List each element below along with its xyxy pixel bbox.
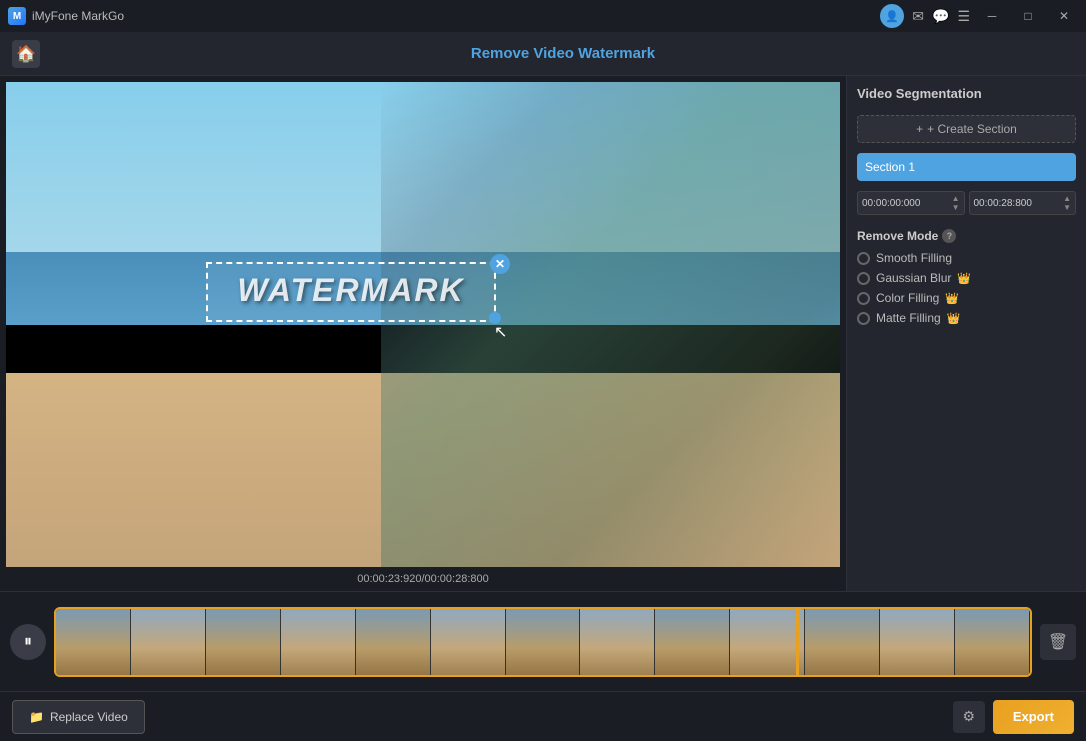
titlebar-left: M iMyFone MarkGo <box>8 7 124 25</box>
time-range-row: 00:00:00:000 ▲▼ 00:00:28:800 ▲▼ <box>857 191 1076 215</box>
crown-icon-gaussian: 👑 <box>957 272 971 285</box>
mode-matte-filling[interactable]: Matte Filling 👑 <box>857 311 1076 325</box>
person-overlay <box>381 82 840 567</box>
delete-icon: 🗑 <box>1048 632 1068 652</box>
time-end-spinner[interactable]: ▲▼ <box>1063 194 1071 212</box>
plus-icon: + <box>916 122 923 136</box>
create-section-button[interactable]: + + Create Section <box>857 115 1076 143</box>
radio-color[interactable] <box>857 292 870 305</box>
app-title: iMyFone MarkGo <box>32 9 124 23</box>
minimize-button[interactable]: ─ <box>978 5 1006 27</box>
page-title: Remove Video Watermark <box>52 45 1074 62</box>
navbar: 🏠 Remove Video Watermark <box>0 32 1086 76</box>
crown-icon-matte: 👑 <box>947 312 961 325</box>
time-start-input[interactable]: 00:00:00:000 ▲▼ <box>857 191 965 215</box>
remove-mode-title: Remove Mode ? <box>857 229 1076 243</box>
section-1-item[interactable]: Section 1 <box>857 153 1076 181</box>
thumb-8 <box>580 609 655 675</box>
resize-handle[interactable] <box>489 312 501 324</box>
segmentation-title: Video Segmentation <box>857 86 1076 101</box>
thumb-6 <box>431 609 506 675</box>
chat-icon[interactable]: 💬 <box>932 8 949 25</box>
watermark-selection-box[interactable] <box>206 262 496 322</box>
thumb-12 <box>880 609 955 675</box>
time-start-spinner[interactable]: ▲▼ <box>952 194 960 212</box>
app-logo: M <box>8 7 26 25</box>
user-icon[interactable]: 👤 <box>880 4 904 28</box>
radio-matte[interactable] <box>857 312 870 325</box>
titlebar-icons: 👤 ✉ 💬 ☰ ─ □ ✕ <box>880 4 1078 28</box>
thumb-2 <box>131 609 206 675</box>
create-section-label: + Create Section <box>927 122 1017 136</box>
replace-video-label: Replace Video <box>50 710 128 724</box>
home-button[interactable]: 🏠 <box>12 40 40 68</box>
thumb-11 <box>805 609 880 675</box>
replace-icon: 📁 <box>29 710 44 724</box>
thumb-5 <box>356 609 431 675</box>
timeline-track[interactable] <box>54 607 1032 677</box>
thumb-1 <box>56 609 131 675</box>
question-icon[interactable]: ? <box>942 229 956 243</box>
thumb-10 <box>730 609 805 675</box>
radio-gaussian[interactable] <box>857 272 870 285</box>
time-end-input[interactable]: 00:00:28:800 ▲▼ <box>969 191 1077 215</box>
mode-gaussian-blur[interactable]: Gaussian Blur 👑 <box>857 271 1076 285</box>
thumb-4 <box>281 609 356 675</box>
video-area: WATERMARK ✕ ↖ 00:00:23:920/00:00:28:800 <box>0 76 846 591</box>
close-button[interactable]: ✕ <box>1050 5 1078 27</box>
thumb-7 <box>506 609 581 675</box>
mail-icon[interactable]: ✉ <box>912 8 924 25</box>
settings-icon: ⚙ <box>963 708 976 725</box>
delete-button[interactable]: 🗑 <box>1040 624 1076 660</box>
play-icon: ⏸ <box>24 633 32 651</box>
time-start-value: 00:00:00:000 <box>862 198 920 209</box>
radio-smooth[interactable] <box>857 252 870 265</box>
video-frame: WATERMARK ✕ ↖ <box>6 82 840 567</box>
titlebar: M iMyFone MarkGo 👤 ✉ 💬 ☰ ─ □ ✕ <box>0 0 1086 32</box>
playhead[interactable] <box>796 607 799 677</box>
export-button[interactable]: Export <box>993 700 1074 734</box>
close-selection-button[interactable]: ✕ <box>490 254 510 274</box>
thumb-13 <box>955 609 1030 675</box>
thumb-3 <box>206 609 281 675</box>
home-icon: 🏠 <box>16 44 36 64</box>
section-1-label: Section 1 <box>865 160 915 174</box>
main-content: WATERMARK ✕ ↖ 00:00:23:920/00:00:28:800 … <box>0 76 1086 591</box>
maximize-button[interactable]: □ <box>1014 5 1042 27</box>
mode-color-filling[interactable]: Color Filling 👑 <box>857 291 1076 305</box>
bottom-right: ⚙ Export <box>953 700 1074 734</box>
thumbnail-strip <box>56 609 1030 675</box>
thumb-9 <box>655 609 730 675</box>
time-display: 00:00:23:920/00:00:28:800 <box>0 567 846 591</box>
playhead-indicator <box>792 607 804 613</box>
replace-video-button[interactable]: 📁 Replace Video <box>12 700 145 734</box>
settings-button[interactable]: ⚙ <box>953 701 985 733</box>
right-panel: Video Segmentation + + Create Section Se… <box>846 76 1086 591</box>
crown-icon-color: 👑 <box>945 292 959 305</box>
time-end-value: 00:00:28:800 <box>974 198 1032 209</box>
video-container: WATERMARK ✕ ↖ <box>6 82 840 567</box>
play-pause-button[interactable]: ⏸ <box>10 624 46 660</box>
mode-smooth-filling[interactable]: Smooth Filling <box>857 251 1076 265</box>
timeline-area: ⏸ 🗑 <box>0 591 1086 691</box>
timestamp-text: 00:00:23:920/00:00:28:800 <box>357 573 489 585</box>
bottom-bar: 📁 Replace Video ⚙ Export <box>0 691 1086 741</box>
remove-mode-section: Remove Mode ? Smooth Filling Gaussian Bl… <box>857 229 1076 331</box>
menu-icon[interactable]: ☰ <box>957 8 970 25</box>
